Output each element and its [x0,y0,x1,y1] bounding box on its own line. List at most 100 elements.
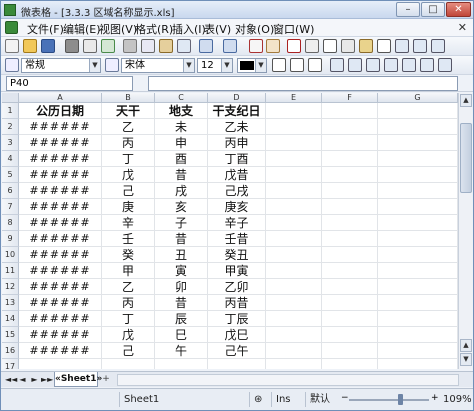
cell[interactable]: 庚 [102,199,155,215]
cell[interactable] [378,279,458,295]
cell[interactable]: 辛子 [208,215,266,231]
vertical-scrollbar[interactable]: ▲ ▲ ▼ [458,93,473,369]
number-format-icon[interactable] [420,58,434,72]
cell[interactable]: 丙昔 [208,295,266,311]
cell[interactable]: 公历日期 [19,103,102,119]
column-header-a[interactable]: A [19,93,102,103]
new-icon[interactable] [5,39,19,53]
cell[interactable]: 午 [155,343,208,359]
menu-format[interactable]: 格式(R) [135,21,173,37]
zoom-in-icon[interactable]: ▲ [460,339,472,352]
cell[interactable] [378,199,458,215]
cell[interactable]: 己午 [208,343,266,359]
zoom-level[interactable]: 109% [439,392,473,407]
draw-icon[interactable] [305,39,319,53]
cell[interactable]: 乙卯 [208,279,266,295]
cell[interactable]: 丁酉 [208,151,266,167]
cell[interactable]: ###### [19,151,102,167]
cell[interactable] [378,311,458,327]
cell[interactable]: 己 [102,343,155,359]
row-header[interactable]: 9 [2,231,19,247]
row-header[interactable]: 4 [2,151,19,167]
cell[interactable] [378,119,458,135]
row-header[interactable]: 7 [2,199,19,215]
menu-object[interactable]: 对象(O) [235,21,274,37]
cell[interactable]: 辛 [102,215,155,231]
cell[interactable] [378,263,458,279]
row-header[interactable]: 10 [2,247,19,263]
cell[interactable] [378,343,458,359]
cell[interactable] [266,231,322,247]
cell[interactable] [378,151,458,167]
row-header[interactable]: 17 [2,359,19,369]
cell[interactable] [266,199,322,215]
shading-icon[interactable] [341,39,355,53]
menu-edit[interactable]: 编辑(E) [63,21,101,37]
row-header[interactable]: 5 [2,167,19,183]
cell[interactable]: 壬 [102,231,155,247]
close-button[interactable]: ✕ [446,2,471,17]
column-header-e[interactable]: E [266,93,322,103]
text-icon[interactable] [287,39,301,53]
paste-icon[interactable] [159,39,173,53]
bold-icon[interactable] [272,58,286,72]
row-header[interactable]: 16 [2,343,19,359]
cell[interactable] [322,119,378,135]
row-header[interactable]: 8 [2,215,19,231]
cell[interactable]: 干支纪日 [208,103,266,119]
settings-icon[interactable] [413,39,427,53]
column-header-g[interactable]: G [378,93,458,103]
cell[interactable]: 己戌 [208,183,266,199]
cell[interactable] [208,359,266,369]
cell[interactable] [322,359,378,369]
menu-table[interactable]: 表(V) [204,21,231,37]
cell[interactable] [266,183,322,199]
cell[interactable] [266,215,322,231]
cell[interactable]: ###### [19,167,102,183]
row-header[interactable]: 13 [2,295,19,311]
cell[interactable]: 丙 [102,135,155,151]
formula-input[interactable] [148,76,458,91]
scroll-up-icon[interactable]: ▲ [460,94,472,107]
zoom-out-icon[interactable]: − [341,393,349,403]
cell[interactable]: 乙 [102,279,155,295]
cell[interactable] [266,359,322,369]
cell[interactable]: 甲寅 [208,263,266,279]
cell[interactable] [378,103,458,119]
cell[interactable] [266,167,322,183]
font-size-select[interactable]: 12 ▼ [197,58,233,73]
cell[interactable] [322,295,378,311]
doc-close-icon[interactable]: ✕ [458,21,467,34]
cell[interactable] [266,279,322,295]
cell[interactable] [266,327,322,343]
align-left-icon[interactable] [330,58,344,72]
cell[interactable]: 庚亥 [208,199,266,215]
status-insert-mode[interactable]: Ins [271,392,305,407]
cell[interactable]: 戊 [102,167,155,183]
underline-icon[interactable] [308,58,322,72]
cell[interactable] [378,167,458,183]
cell[interactable]: ###### [19,327,102,343]
cell[interactable]: 卯 [155,279,208,295]
menu-insert[interactable]: 插入(I) [172,21,206,37]
column-header-b[interactable]: B [102,93,155,103]
cell[interactable] [266,103,322,119]
vertical-scroll-thumb[interactable] [460,123,472,193]
cell[interactable] [322,199,378,215]
format-painter-icon[interactable] [177,39,191,53]
cell[interactable]: 酉 [155,151,208,167]
cell[interactable]: 戌 [155,183,208,199]
cell[interactable]: 子 [155,215,208,231]
row-header[interactable]: 6 [2,183,19,199]
cell[interactable]: ###### [19,263,102,279]
cell[interactable]: ###### [19,183,102,199]
select-all-corner[interactable] [2,93,19,103]
cell[interactable]: 昔 [155,167,208,183]
cell[interactable]: 天干 [102,103,155,119]
print-icon[interactable] [65,39,79,53]
cell[interactable] [266,247,322,263]
cell[interactable]: 丙 [102,295,155,311]
copy-icon[interactable] [141,39,155,53]
cell[interactable]: 丙申 [208,135,266,151]
cell[interactable] [322,167,378,183]
